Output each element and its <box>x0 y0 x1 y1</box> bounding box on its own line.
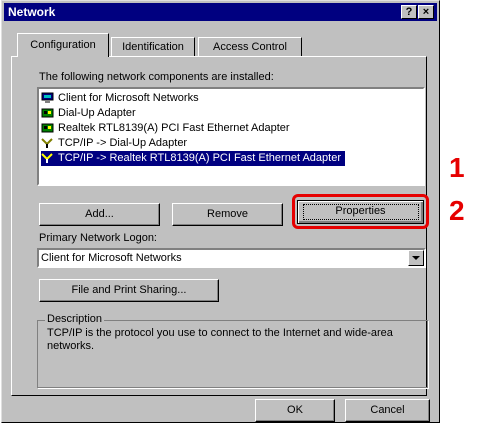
tab-label: Access Control <box>213 41 287 53</box>
tab-access-control[interactable]: Access Control <box>198 37 302 57</box>
description-label: Description <box>45 313 105 325</box>
ok-button[interactable]: OK <box>255 399 335 422</box>
remove-button[interactable]: Remove <box>172 203 283 226</box>
add-button[interactable]: Add... <box>39 203 160 226</box>
tab-label: Configuration <box>30 39 96 51</box>
logon-combobox[interactable]: Client for Microsoft Networks <box>37 248 426 268</box>
highlight-box <box>292 194 429 229</box>
components-list[interactable]: Client for Microsoft Networks Dial-Up Ad… <box>37 87 425 186</box>
tab-label: Identification <box>122 41 184 53</box>
logon-label: Primary Network Logon: <box>39 232 157 244</box>
tab-configuration[interactable]: Configuration <box>17 33 109 57</box>
tab-identification[interactable]: Identification <box>111 37 195 57</box>
close-button[interactable]: × <box>418 5 434 19</box>
logon-value: Client for Microsoft Networks <box>41 252 182 264</box>
cancel-button[interactable]: Cancel <box>345 399 430 422</box>
protocol-icon <box>41 138 53 149</box>
list-item[interactable]: Dial-Up Adapter <box>41 106 140 121</box>
item-label: TCP/IP -> Realtek RTL8139(A) PCI Fast Et… <box>58 152 341 164</box>
list-item[interactable]: Client for Microsoft Networks <box>41 91 203 106</box>
list-item[interactable]: Realtek RTL8139(A) PCI Fast Ethernet Ada… <box>41 121 294 136</box>
list-item[interactable]: TCP/IP -> Dial-Up Adapter <box>41 136 191 151</box>
list-item-selected[interactable]: TCP/IP -> Realtek RTL8139(A) PCI Fast Et… <box>41 151 345 166</box>
chevron-down-icon <box>412 256 420 260</box>
step-2-marker: 2 <box>449 195 465 226</box>
item-label: Realtek RTL8139(A) PCI Fast Ethernet Ada… <box>58 122 290 134</box>
step-1-marker: 1 <box>449 152 465 183</box>
item-label: TCP/IP -> Dial-Up Adapter <box>58 137 188 149</box>
network-client-icon <box>41 92 54 104</box>
protocol-icon <box>41 153 53 164</box>
components-label: The following network components are ins… <box>39 71 274 83</box>
network-adapter-icon <box>41 108 54 118</box>
window-title: Network <box>8 5 56 19</box>
title-bar: Network ? × <box>4 3 437 21</box>
item-label: Client for Microsoft Networks <box>58 92 199 104</box>
description-text: TCP/IP is the protocol you use to connec… <box>47 327 393 352</box>
dropdown-button[interactable] <box>408 250 424 266</box>
item-label: Dial-Up Adapter <box>58 107 136 119</box>
file-print-sharing-button[interactable]: File and Print Sharing... <box>39 279 219 302</box>
help-button[interactable]: ? <box>401 5 417 19</box>
network-adapter-icon <box>41 123 54 133</box>
